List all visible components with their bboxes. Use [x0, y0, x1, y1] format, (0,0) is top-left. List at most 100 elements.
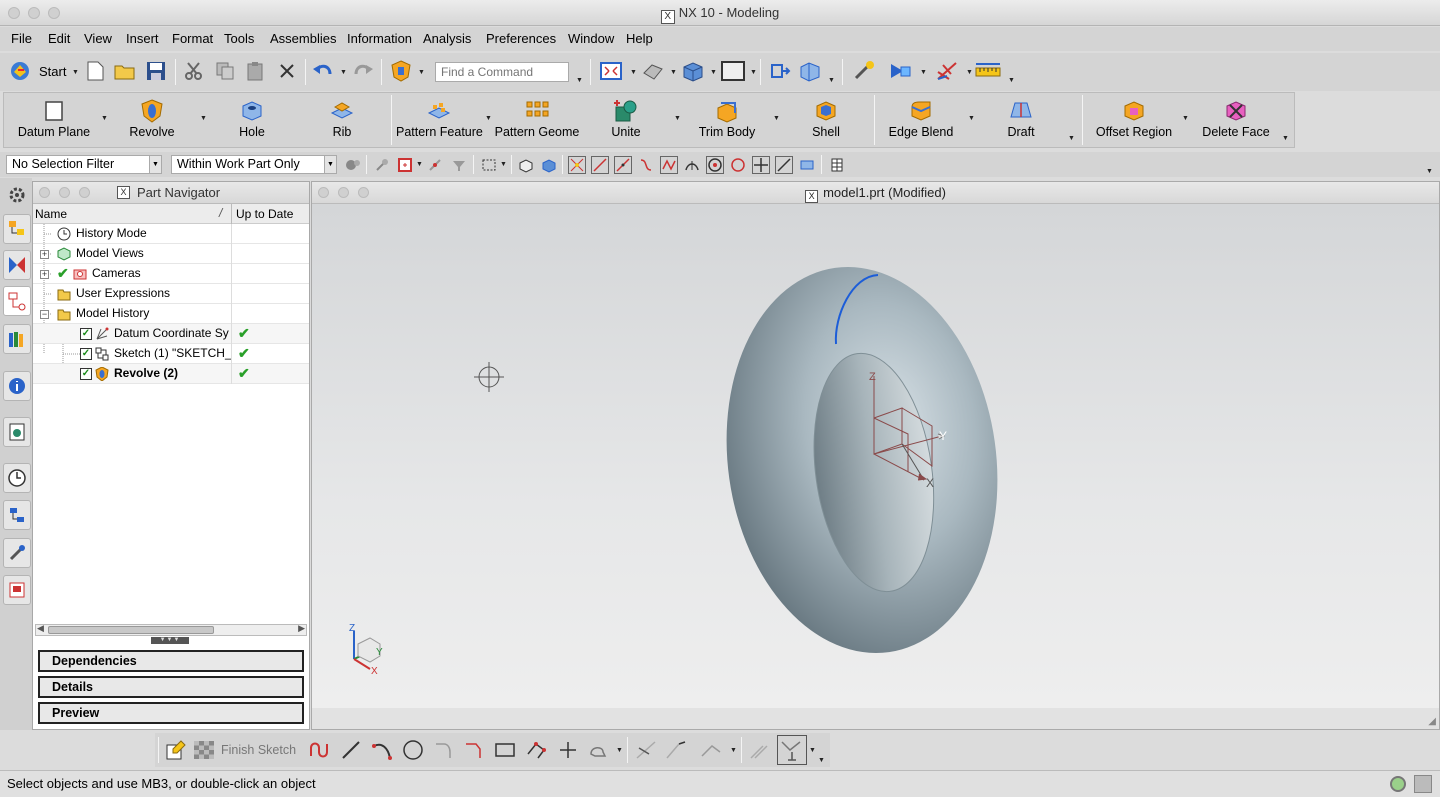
sketch-toolbar-overflow-icon[interactable]: ▼: [818, 757, 825, 764]
shell-button[interactable]: Shell: [796, 93, 856, 147]
geometric-constraints-button[interactable]: [747, 737, 773, 763]
snap-list-button[interactable]: [828, 156, 846, 174]
tree-row-model-history[interactable]: − Model History: [33, 304, 309, 324]
web-browser-tab[interactable]: [3, 417, 31, 447]
measure-button[interactable]: [975, 58, 1001, 84]
snap-enable-button[interactable]: [568, 156, 586, 174]
pattern-feature-button[interactable]: Pattern Feature: [396, 93, 483, 147]
shaded-view-button[interactable]: [680, 58, 706, 84]
orient-view-button[interactable]: [767, 58, 793, 84]
revolve-dropdown-icon[interactable]: ▼: [200, 115, 207, 122]
paste-button[interactable]: [243, 58, 269, 84]
feature-checkbox[interactable]: ✓: [80, 348, 92, 360]
offset-region-dropdown-icon[interactable]: ▼: [1182, 115, 1189, 122]
rectangle-button[interactable]: [492, 737, 518, 763]
finish-sketch-button[interactable]: Finish Sketch: [193, 737, 296, 763]
splitter-handle[interactable]: ▼▼▼: [151, 637, 189, 644]
column-uptodate-header[interactable]: Up to Date: [231, 204, 293, 224]
measure-dropdown-icon[interactable]: ▼: [1008, 77, 1015, 84]
unite-dropdown-icon[interactable]: ▼: [674, 115, 681, 122]
resource-bar-settings-button[interactable]: [3, 180, 31, 210]
feature-checkbox[interactable]: ✓: [80, 368, 92, 380]
scroll-thumb[interactable]: [48, 626, 214, 634]
rectangle-select-dropdown-icon[interactable]: ▼: [500, 161, 507, 168]
datum-plane-button[interactable]: Datum Plane: [14, 93, 94, 147]
ribbon-more-dropdown-icon[interactable]: ▼: [1282, 135, 1289, 142]
snap-point-button[interactable]: [426, 156, 444, 174]
revolve-button[interactable]: Revolve: [117, 93, 187, 147]
part-navigator-tab[interactable]: [3, 286, 31, 316]
constraint-navigator-tab[interactable]: [3, 250, 31, 280]
selection-intent-button[interactable]: [888, 58, 914, 84]
find-dropdown-icon[interactable]: ▼: [576, 77, 583, 84]
trim-body-button[interactable]: Trim Body: [692, 93, 762, 147]
tree-row-datum-csys[interactable]: ✓ Datum Coordinate Sy ✔: [33, 324, 309, 344]
dependencies-section-button[interactable]: Dependencies: [38, 650, 304, 672]
preview-section-button[interactable]: Preview: [38, 702, 304, 724]
graphics-zoom-button[interactable]: [358, 187, 369, 198]
section-view-button[interactable]: [797, 58, 823, 84]
csys-button[interactable]: [934, 58, 960, 84]
select-bodies-button[interactable]: [540, 156, 558, 174]
snap-midpoint-button[interactable]: [614, 156, 632, 174]
details-section-button[interactable]: Details: [38, 676, 304, 698]
chamfer-button[interactable]: [461, 737, 487, 763]
assembly-filter-button[interactable]: [344, 156, 362, 174]
process-studio-tab[interactable]: [3, 500, 31, 530]
snap-on-curve-button[interactable]: [775, 156, 793, 174]
cut-button[interactable]: [181, 58, 207, 84]
intent-dropdown-icon[interactable]: ▼: [920, 69, 927, 76]
torus-body[interactable]: [702, 249, 1021, 671]
menu-edit[interactable]: Edit: [48, 31, 70, 46]
circle-button[interactable]: [400, 737, 426, 763]
hd3d-tools-tab[interactable]: [3, 371, 31, 401]
collapse-minus-icon[interactable]: −: [40, 310, 49, 319]
expand-plus-icon[interactable]: +: [40, 250, 49, 259]
snap-existing-point-button[interactable]: [752, 156, 770, 174]
quick-extend-button[interactable]: [663, 737, 689, 763]
snap-intersection-button[interactable]: [660, 156, 678, 174]
tree-row-cameras[interactable]: + ✔ Cameras: [33, 264, 309, 284]
unite-button[interactable]: Unite: [594, 93, 658, 147]
snap-button[interactable]: [373, 156, 391, 174]
general-selection-dropdown-icon[interactable]: ▼: [416, 161, 423, 168]
edge-blend-dropdown-icon[interactable]: ▼: [968, 115, 975, 122]
tree-row-sketch[interactable]: ✓ Sketch (1) "SKETCH_ ✔: [33, 344, 309, 364]
menu-analysis[interactable]: Analysis: [423, 31, 471, 46]
filter-tool-button[interactable]: [450, 156, 468, 174]
column-name-header[interactable]: Name: [35, 207, 67, 221]
undo-dropdown-icon[interactable]: ▼: [340, 69, 347, 76]
pattern-feature-dropdown-icon[interactable]: ▼: [485, 115, 492, 122]
filterbar-overflow-icon[interactable]: ▼: [1426, 168, 1433, 175]
zoom-window-button[interactable]: [48, 7, 60, 19]
panel-close-button[interactable]: [39, 187, 50, 198]
assembly-navigator-tab[interactable]: [3, 214, 31, 244]
background-button[interactable]: [720, 58, 746, 84]
pattern-geometry-button[interactable]: Pattern Geome: [494, 93, 580, 147]
select-faces-button[interactable]: [517, 156, 535, 174]
snap-quadrant-button[interactable]: [729, 156, 747, 174]
menu-assemblies[interactable]: Assemblies: [270, 31, 336, 46]
history-tab[interactable]: [3, 463, 31, 493]
quick-trim-button[interactable]: [633, 737, 659, 763]
snap-circle-center-button[interactable]: [706, 156, 724, 174]
offset-curve-button[interactable]: [585, 737, 611, 763]
make-corner-button[interactable]: [698, 737, 724, 763]
rectangle-select-button[interactable]: [480, 156, 498, 174]
resize-grip-icon[interactable]: ◢: [1428, 716, 1436, 727]
menu-tools[interactable]: Tools: [224, 31, 254, 46]
menu-window[interactable]: Window: [568, 31, 614, 46]
command-finder-dropdown-icon[interactable]: ▼: [418, 69, 425, 76]
sketch-button[interactable]: [163, 737, 189, 763]
snap-on-face-button[interactable]: [798, 156, 816, 174]
start-button[interactable]: Start: [9, 58, 71, 84]
tree-row-user-expressions[interactable]: User Expressions: [33, 284, 309, 304]
graphics-close-button[interactable]: [318, 187, 329, 198]
rapid-dimension-button[interactable]: [777, 735, 807, 765]
offset-region-button[interactable]: Offset Region: [1092, 93, 1176, 147]
feature-checkbox[interactable]: ✓: [80, 328, 92, 340]
new-file-button[interactable]: [82, 58, 108, 84]
tree-row-history-mode[interactable]: History Mode: [33, 224, 309, 244]
snap-control-point-button[interactable]: [637, 156, 655, 174]
hole-button[interactable]: Hole: [222, 93, 282, 147]
